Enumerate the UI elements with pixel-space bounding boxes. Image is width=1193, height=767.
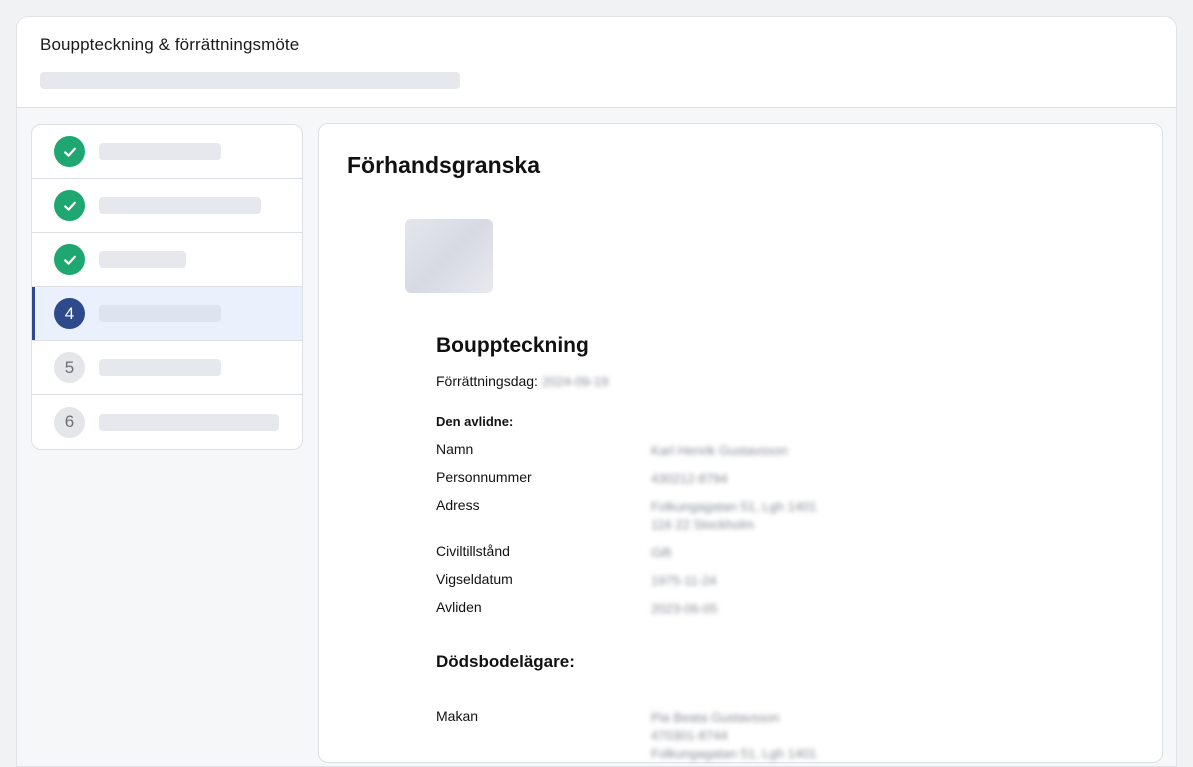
step-label-placeholder bbox=[99, 413, 279, 431]
step-item-2[interactable] bbox=[32, 179, 302, 233]
step-list: 4 5 6 bbox=[31, 124, 303, 450]
field-value: 430212-8794 bbox=[651, 471, 728, 486]
field-value: Gift bbox=[651, 545, 672, 560]
step-label-placeholder bbox=[99, 359, 221, 376]
document-date: Förrättningsdag: 2024-09-19 bbox=[436, 373, 608, 389]
owners-heading: Dödsbodelägare: bbox=[436, 652, 575, 671]
check-icon bbox=[54, 190, 85, 221]
preview-panel: Förhandsgranska Bouppteckning Förrättnin… bbox=[318, 123, 1163, 763]
field-label: Vigseldatum bbox=[436, 571, 513, 587]
step-item-5[interactable]: 5 bbox=[32, 341, 302, 395]
header-card: Bouppteckning & förrättningsmöte bbox=[16, 16, 1177, 108]
header-subtitle-placeholder bbox=[40, 72, 460, 89]
step-number: 5 bbox=[54, 352, 85, 383]
document-title: Bouppteckning bbox=[436, 334, 589, 357]
step-item-3[interactable] bbox=[32, 233, 302, 287]
field-value: Folkungagatan 51, Lgh 1401 116 22 Stockh… bbox=[651, 499, 817, 532]
field-value: 2023-06-05 bbox=[651, 601, 718, 616]
owner-label: Makan bbox=[436, 708, 479, 724]
step-number: 4 bbox=[54, 298, 85, 329]
preview-title: Förhandsgranska bbox=[347, 152, 540, 178]
field-label: Namn bbox=[436, 441, 474, 457]
date-label: Förrättningsdag: bbox=[436, 373, 538, 389]
step-item-1[interactable] bbox=[32, 125, 302, 179]
field-value: Karl Henrik Gustavsson bbox=[651, 443, 788, 458]
check-icon bbox=[54, 244, 85, 275]
field-label: Avliden bbox=[436, 599, 482, 615]
page-title: Bouppteckning & förrättningsmöte bbox=[40, 35, 300, 54]
step-label-placeholder bbox=[99, 197, 261, 214]
field-value: 1975-11-24 bbox=[651, 573, 717, 588]
owner-value: Pia Beata Gustavsson 470301-8744 Folkung… bbox=[651, 710, 817, 761]
step-item-6[interactable]: 6 bbox=[32, 395, 302, 449]
step-number: 6 bbox=[54, 406, 85, 438]
step-label-placeholder bbox=[99, 143, 221, 160]
field-label: Personnummer bbox=[436, 469, 532, 485]
step-item-4[interactable]: 4 bbox=[32, 287, 302, 341]
check-icon bbox=[54, 136, 85, 167]
step-label-placeholder bbox=[99, 305, 221, 322]
field-label: Adress bbox=[436, 497, 480, 513]
step-label-placeholder bbox=[99, 251, 186, 268]
deceased-heading: Den avlidne: bbox=[436, 414, 514, 429]
logo-image bbox=[405, 219, 493, 293]
date-value: 2024-09-19 bbox=[541, 373, 609, 389]
field-label: Civiltillstånd bbox=[436, 543, 510, 559]
